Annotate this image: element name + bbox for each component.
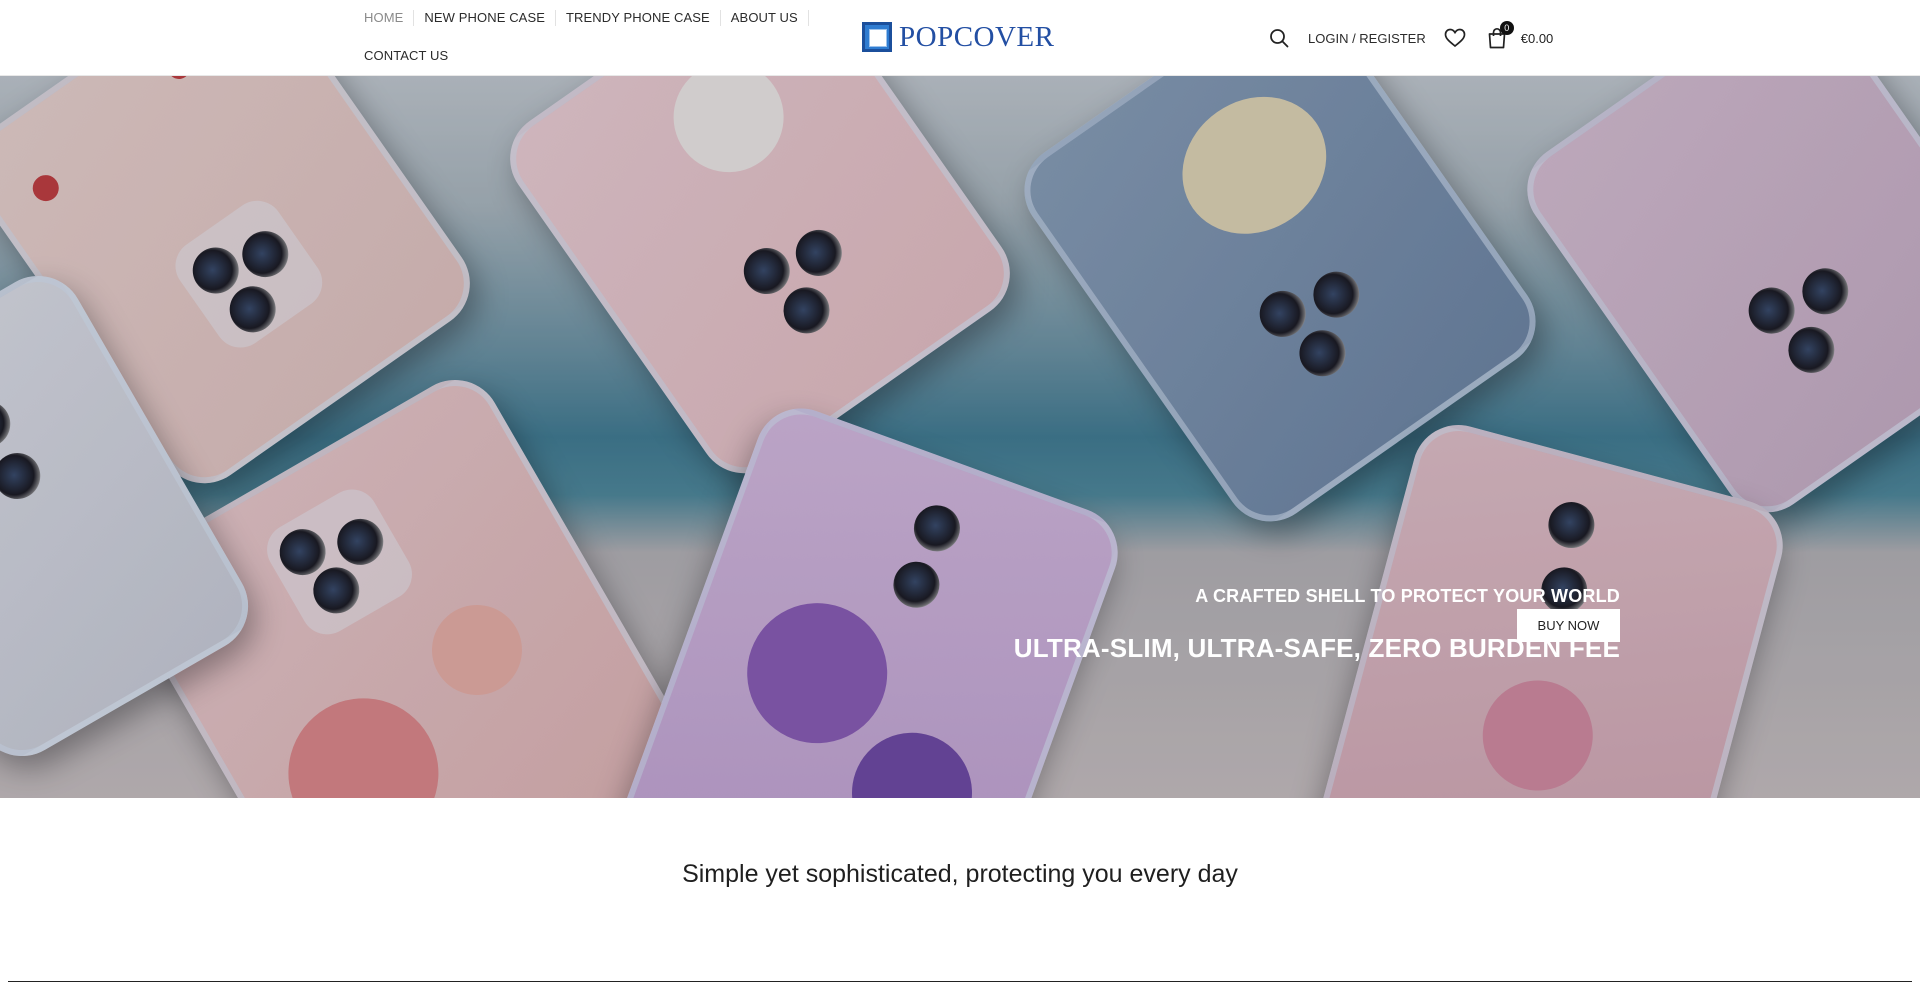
cart-button[interactable]: 0 €0.00: [1486, 21, 1554, 49]
nav-item-new-phone-case[interactable]: NEW PHONE CASE: [414, 10, 556, 26]
phone-case-image: [1509, 76, 1920, 531]
hero-subtitle: A CRAFTED SHELL TO PROTECT YOUR WORLD: [1195, 586, 1620, 606]
section-tagline: Simple yet sophisticated, protecting you…: [682, 860, 1238, 888]
phone-case-image: [0, 259, 265, 773]
main-nav: HOME NEW PHONE CASE TRENDY PHONE CASE AB…: [364, 0, 814, 76]
cart-count-badge: 0: [1499, 21, 1514, 35]
header-actions: LOGIN / REGISTER 0 €0.00: [1268, 21, 1554, 54]
cart-total: €0.00: [1520, 30, 1554, 46]
nav-row-1: HOME NEW PHONE CASE TRENDY PHONE CASE AB…: [364, 0, 814, 36]
heart-icon[interactable]: [1444, 27, 1466, 49]
phone-case-image: [492, 76, 1028, 492]
hero-banner: A CRAFTED SHELL TO PROTECT YOUR WORLD UL…: [0, 76, 1920, 798]
cart-icon: 0: [1486, 21, 1514, 49]
phone-case-image: [108, 363, 712, 798]
site-header: HOME NEW PHONE CASE TRENDY PHONE CASE AB…: [0, 0, 1920, 76]
logo-mark-icon: [862, 22, 892, 52]
nav-item-contact-us[interactable]: CONTACT US: [364, 48, 458, 64]
nav-item-about-us[interactable]: ABOUT US: [721, 10, 809, 26]
site-logo[interactable]: POPCOVER: [862, 20, 1055, 54]
phone-case-image: [1006, 76, 1554, 540]
nav-row-2: CONTACT US: [364, 36, 814, 76]
phone-case-image: [0, 76, 488, 502]
logo-text: POPCOVER: [899, 20, 1055, 53]
search-icon[interactable]: [1268, 27, 1290, 49]
nav-item-home[interactable]: HOME: [364, 10, 415, 26]
hero-title: ULTRA-SLIM, ULTRA-SAFE, ZERO BURDEN FEE: [1013, 633, 1620, 663]
divider: [8, 981, 1912, 982]
login-register-link[interactable]: LOGIN / REGISTER: [1308, 31, 1426, 46]
nav-item-trendy-phone-case[interactable]: TRENDY PHONE CASE: [556, 10, 721, 26]
buy-now-button[interactable]: BUY NOW: [1517, 609, 1620, 642]
